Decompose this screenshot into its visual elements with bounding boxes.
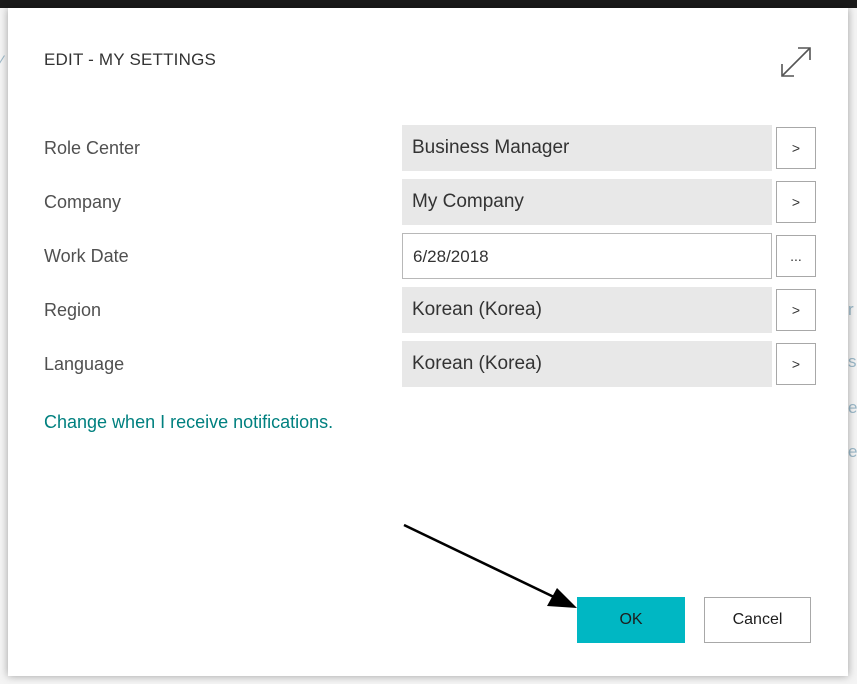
field-row-work-date: Work Date 6/28/2018 ...: [44, 233, 820, 281]
work-date-input[interactable]: 6/28/2018: [402, 233, 772, 279]
dialog-title: EDIT - MY SETTINGS: [44, 50, 217, 69]
field-row-company: Company My Company >: [44, 179, 820, 227]
company-lookup-button[interactable]: >: [776, 181, 816, 223]
company-value[interactable]: My Company: [402, 179, 772, 225]
region-lookup-button[interactable]: >: [776, 289, 816, 331]
work-date-label: Work Date: [44, 246, 129, 266]
region-value[interactable]: Korean (Korea): [402, 287, 772, 333]
background-page-fragment: e: [848, 442, 857, 461]
background-page-fragment: ⁄: [0, 52, 3, 71]
region-label: Region: [44, 300, 102, 320]
company-label: Company: [44, 192, 122, 212]
work-date-picker-button[interactable]: ...: [776, 235, 816, 277]
change-notifications-link[interactable]: Change when I receive notifications.: [44, 412, 333, 433]
role-center-lookup-button[interactable]: >: [776, 127, 816, 169]
background-page-fragment: e: [848, 398, 857, 417]
cancel-button[interactable]: Cancel: [704, 597, 811, 643]
field-row-language: Language Korean (Korea) >: [44, 341, 820, 389]
role-center-value[interactable]: Business Manager: [402, 125, 772, 171]
background-page-fragment: r: [848, 300, 854, 319]
expand-icon[interactable]: [778, 44, 814, 80]
background-page-fragment: s: [848, 352, 857, 371]
ok-button[interactable]: OK: [577, 597, 685, 643]
field-row-role-center: Role Center Business Manager >: [44, 125, 820, 173]
screen: ⁄ r s e e EDIT - MY SETTINGS Role Center…: [0, 0, 857, 684]
language-lookup-button[interactable]: >: [776, 343, 816, 385]
window-top-bar: [0, 0, 857, 8]
language-value[interactable]: Korean (Korea): [402, 341, 772, 387]
my-settings-dialog: EDIT - MY SETTINGS Role Center Business …: [8, 8, 848, 676]
role-center-label: Role Center: [44, 138, 141, 158]
language-label: Language: [44, 354, 125, 374]
field-row-region: Region Korean (Korea) >: [44, 287, 820, 335]
